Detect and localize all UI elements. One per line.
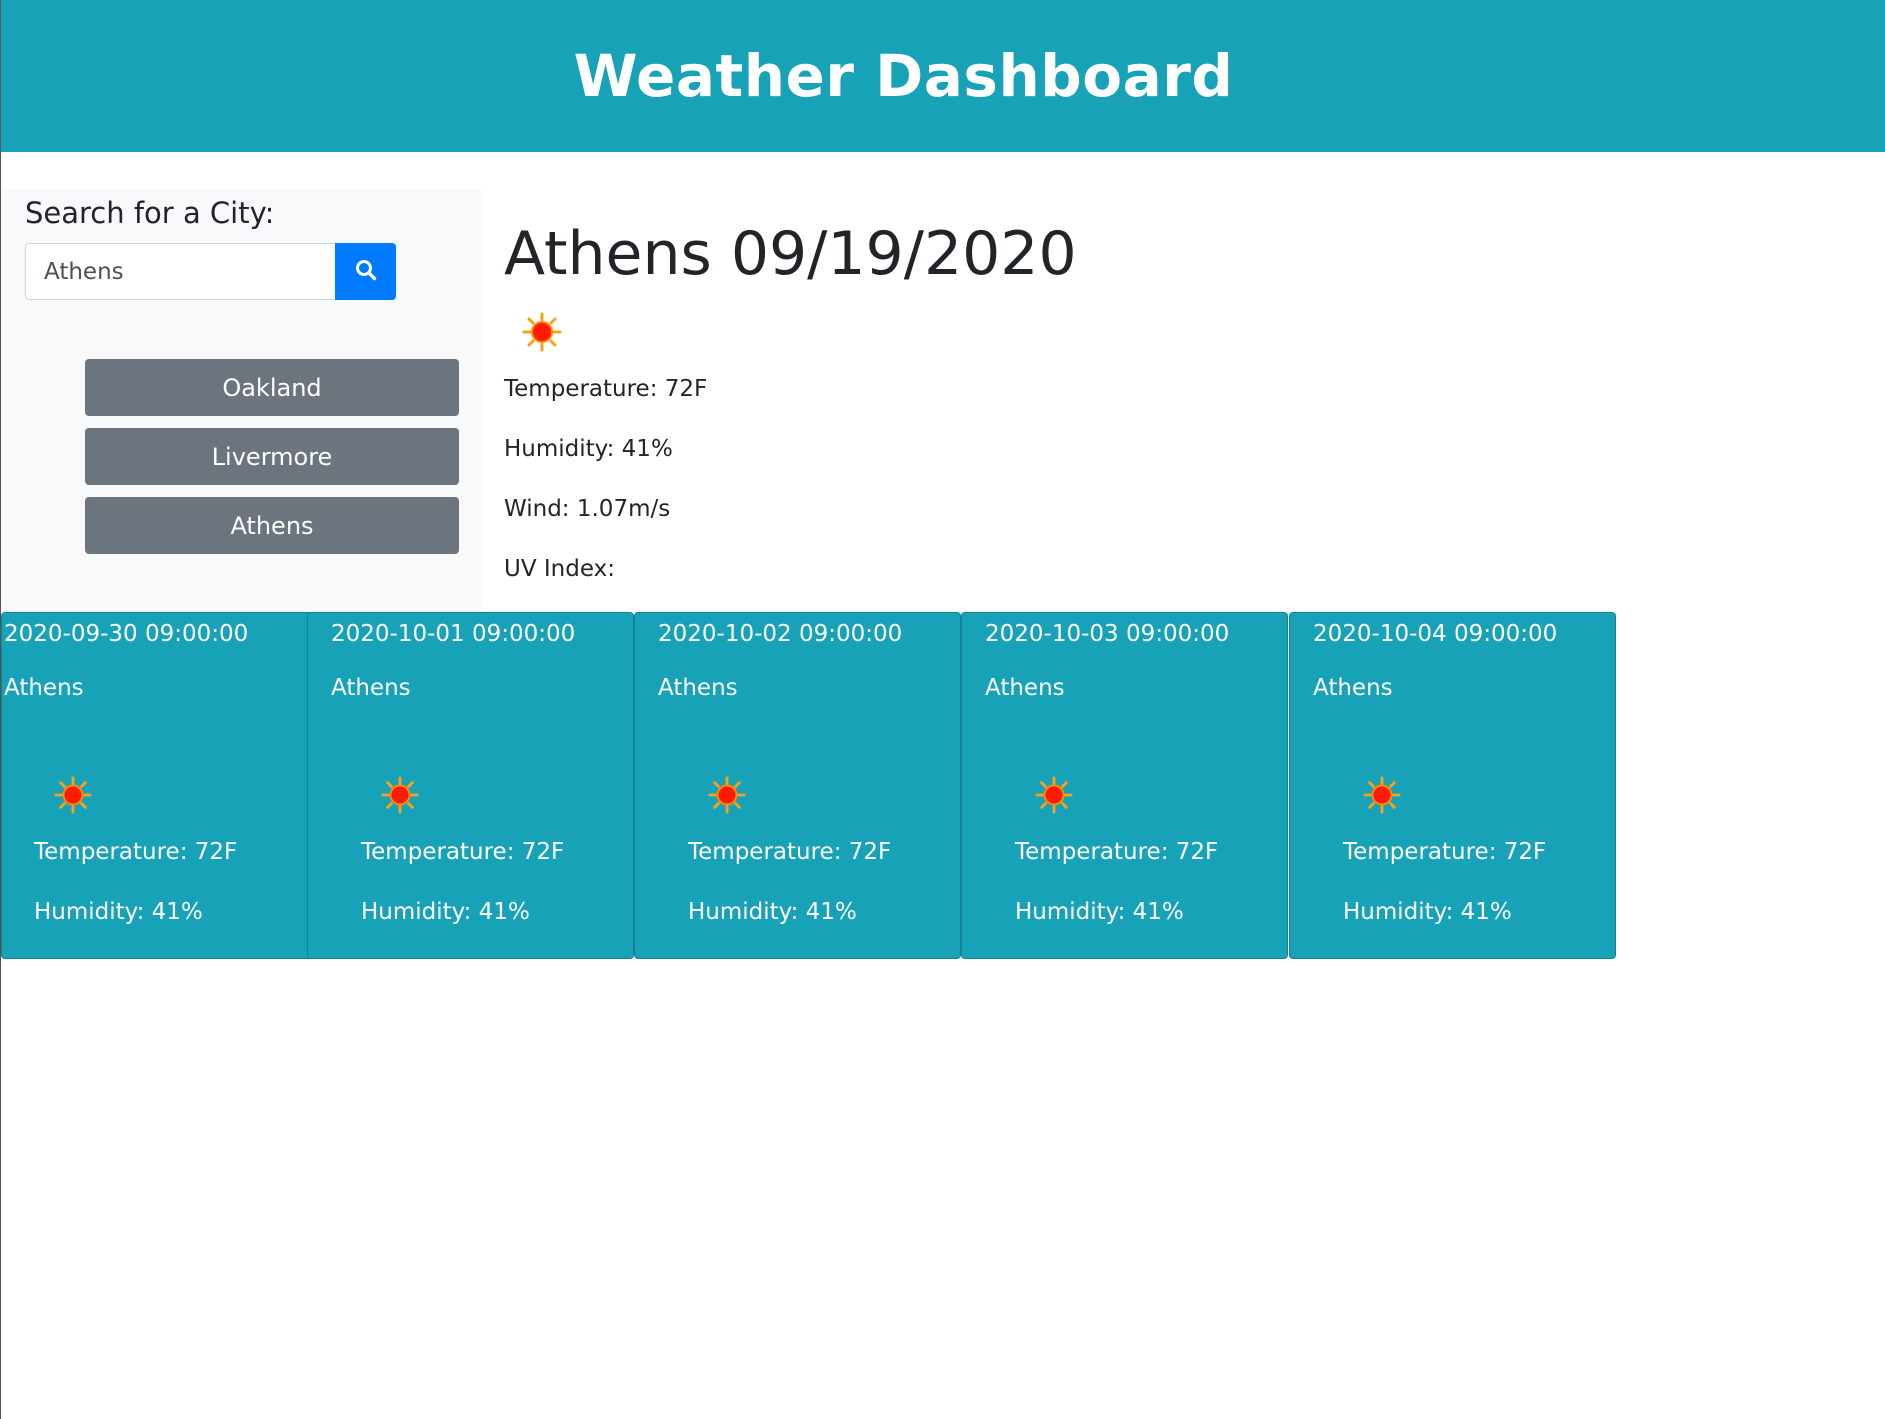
forecast-humidity: Humidity: 41% [361,899,530,925]
forecast-temperature: Temperature: 72F [361,839,565,865]
history-button-oakland[interactable]: Oakland [85,359,459,416]
forecast-humidity: Humidity: 41% [1015,899,1184,925]
current-humidity: Humidity: 41% [504,436,673,462]
forecast-city: Athens [4,675,84,701]
search-label: Search for a City: [25,196,275,230]
forecast-temperature: Temperature: 72F [34,839,238,865]
forecast-humidity: Humidity: 41% [688,899,857,925]
forecast-date: 2020-10-02 09:00:00 [658,621,903,647]
history-button-livermore[interactable]: Livermore [85,428,459,485]
app-header: Weather Dashboard [1,0,1885,152]
forecast-card: 2020-10-03 09:00:00 Athens Temperature: … [961,612,1288,959]
city-search-input[interactable] [25,243,336,300]
forecast-date: 2020-09-30 09:00:00 [4,621,249,647]
search-button[interactable] [335,243,396,300]
forecast-humidity: Humidity: 41% [34,899,203,925]
forecast-card: 2020-09-30 09:00:00 Athens Temperature: … [1,612,328,959]
forecast-card: 2020-10-01 09:00:00 Athens Temperature: … [307,612,634,959]
current-city-date: Athens 09/19/2020 [504,219,1077,289]
sun-icon [381,776,419,818]
sun-icon [1035,776,1073,818]
forecast-city: Athens [658,675,738,701]
forecast-city: Athens [1313,675,1393,701]
history-button-athens[interactable]: Athens [85,497,459,554]
current-uv-index: UV Index: [504,556,615,582]
page: Weather Dashboard Search for a City: Oak… [0,0,1885,1419]
sun-icon [54,776,92,818]
forecast-humidity: Humidity: 41% [1343,899,1512,925]
forecast-date: 2020-10-04 09:00:00 [1313,621,1558,647]
current-temperature: Temperature: 72F [504,376,708,402]
current-wind: Wind: 1.07m/s [504,496,671,522]
forecast-card: 2020-10-04 09:00:00 Athens Temperature: … [1289,612,1616,959]
app-title: Weather Dashboard [573,42,1234,110]
forecast-card: 2020-10-02 09:00:00 Athens Temperature: … [634,612,961,959]
sun-icon [708,776,746,818]
sun-icon [522,312,562,357]
forecast-temperature: Temperature: 72F [1343,839,1547,865]
forecast-date: 2020-10-03 09:00:00 [985,621,1230,647]
forecast-date: 2020-10-01 09:00:00 [331,621,576,647]
search-icon [354,258,378,285]
forecast-temperature: Temperature: 72F [1015,839,1219,865]
forecast-city: Athens [985,675,1065,701]
sun-icon [1363,776,1401,818]
forecast-city: Athens [331,675,411,701]
forecast-temperature: Temperature: 72F [688,839,892,865]
current-weather: Athens 09/19/2020 Temperature: 72F Humid… [504,214,1077,582]
